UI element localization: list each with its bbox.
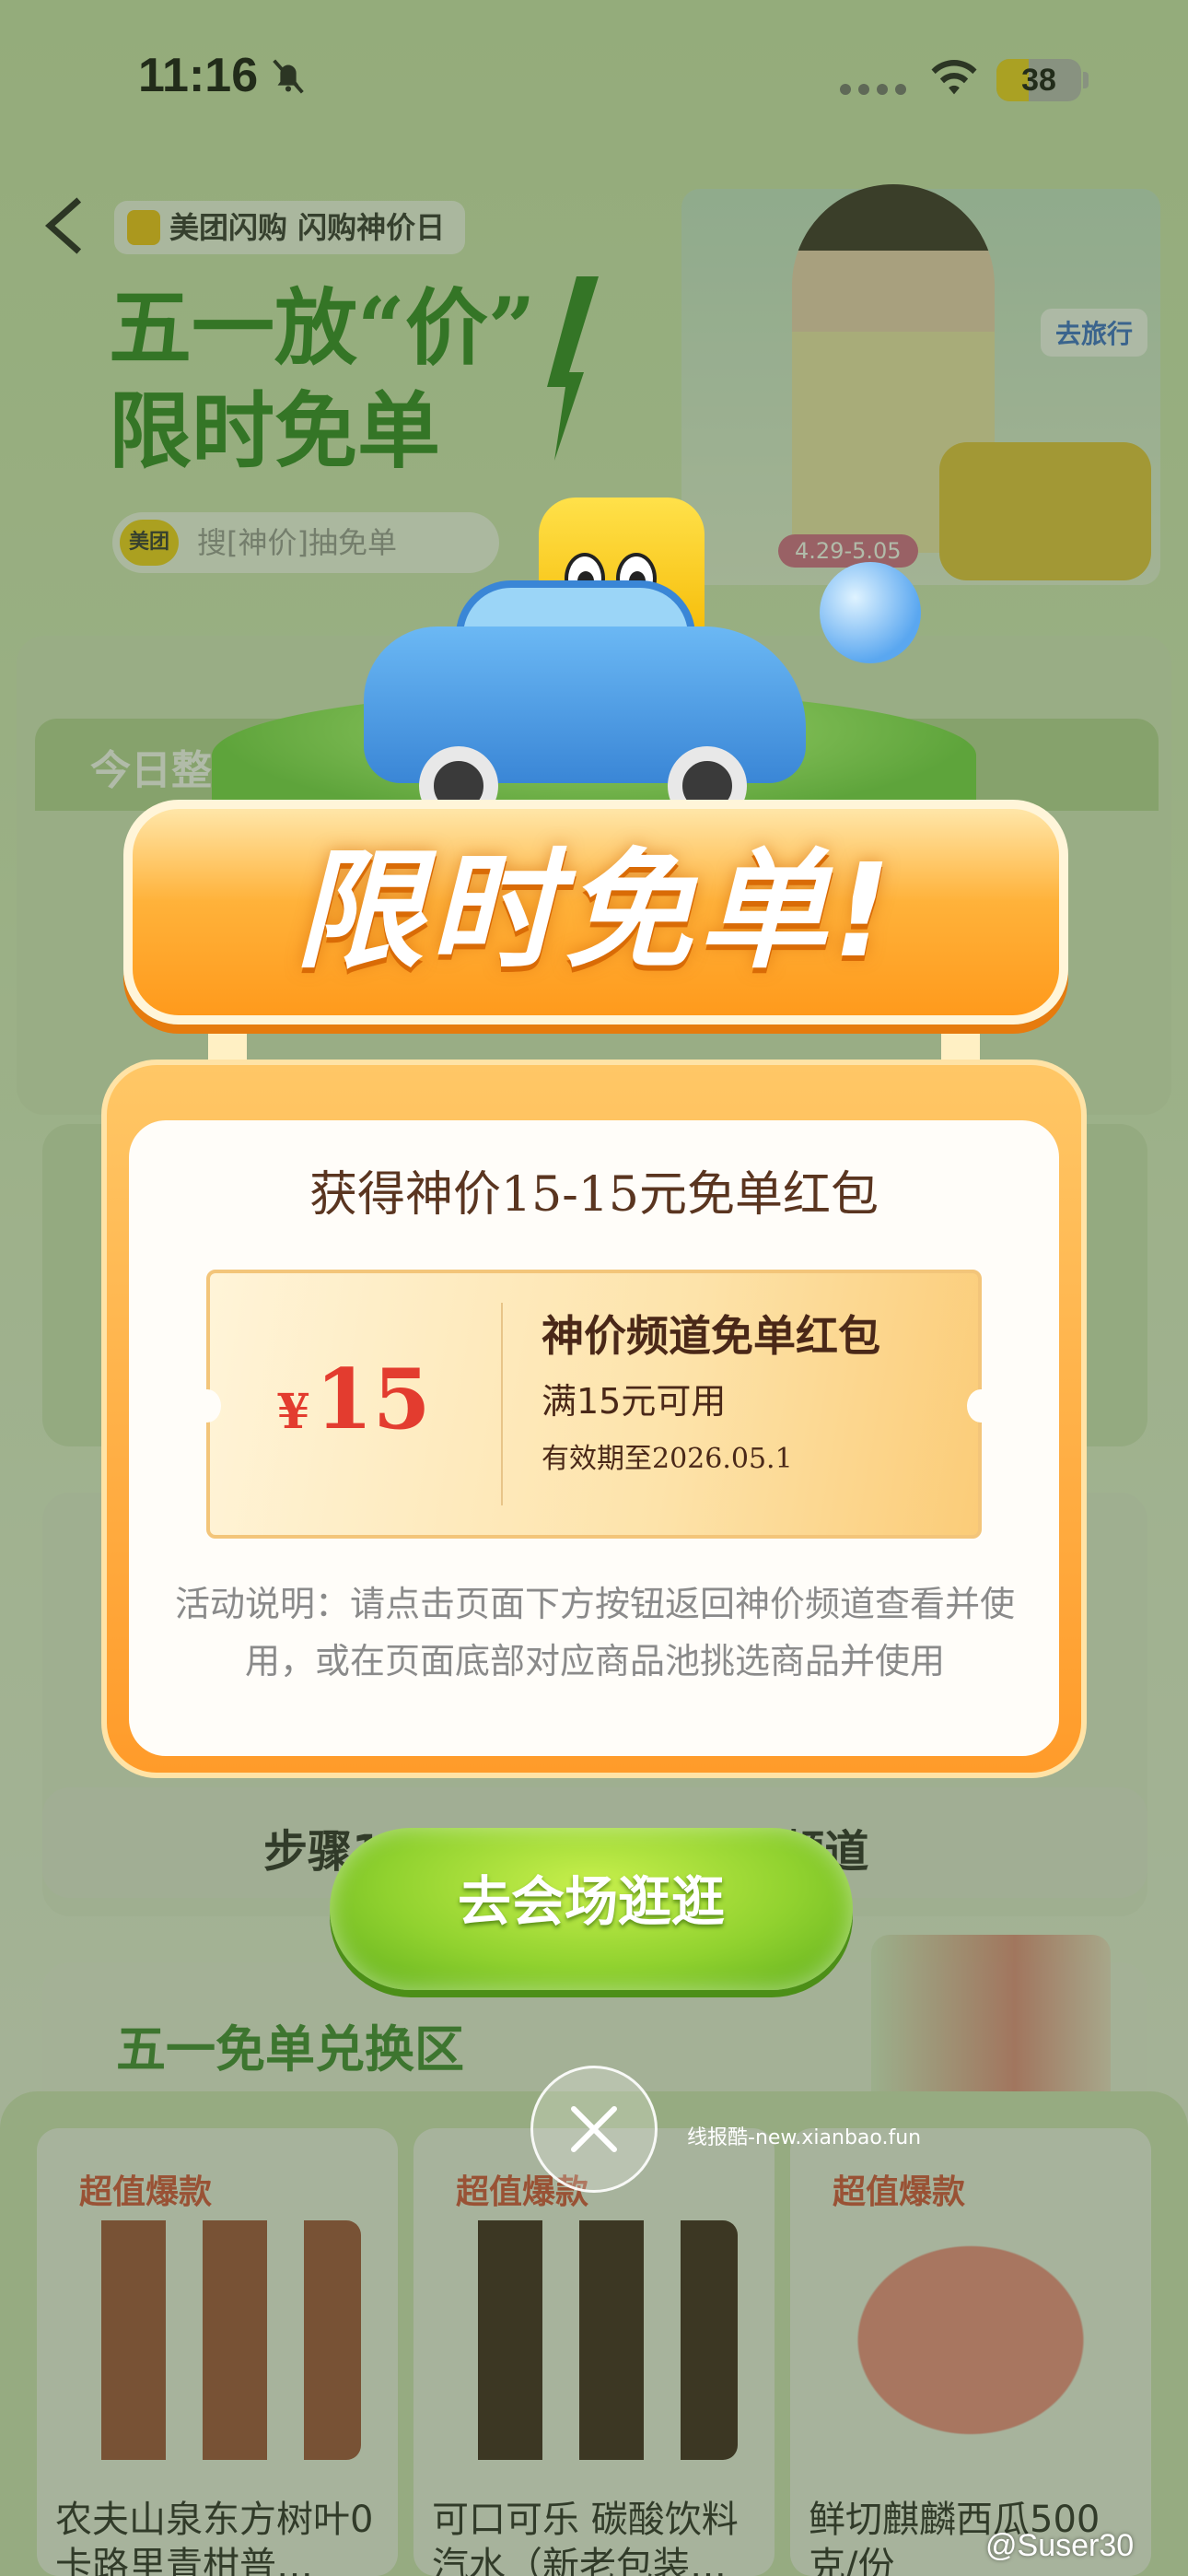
close-icon: [571, 2106, 617, 2152]
currency-symbol: ¥: [276, 1384, 310, 1440]
weibo-credit: @Suser30: [985, 2528, 1135, 2563]
coupon-divider: [501, 1303, 503, 1505]
coupon-amount: ¥ 15: [206, 1351, 501, 1448]
coupon-condition: 满15元可用: [542, 1381, 727, 1422]
coupon-value: 15: [315, 1351, 431, 1448]
modal-subtitle: 获得神价15-15元免单红包: [309, 1167, 879, 1223]
coupon-notch-right: [967, 1389, 995, 1423]
coupon-name: 神价频道免单红包: [542, 1311, 880, 1361]
watermark-text: 线报酷-new.xianbao.fun: [687, 2126, 922, 2149]
close-button[interactable]: [530, 2066, 658, 2193]
modal-title: 限时免单!: [295, 837, 897, 987]
cta-label: 去会场逛逛: [457, 1870, 725, 1933]
activity-note: 活动说明：请点击页面下方按钮返回神价频道查看并使用，或在页面底部对应商品池挑选商…: [174, 1584, 1015, 1681]
coupon-expiry: 有效期至2026.05.1: [542, 1443, 793, 1475]
title-plaque: 限时免单!: [123, 800, 1068, 1025]
globe-balloon: [820, 562, 921, 663]
mascot-illustration: [212, 479, 976, 825]
go-to-venue-button[interactable]: 去会场逛逛: [330, 1828, 853, 1990]
